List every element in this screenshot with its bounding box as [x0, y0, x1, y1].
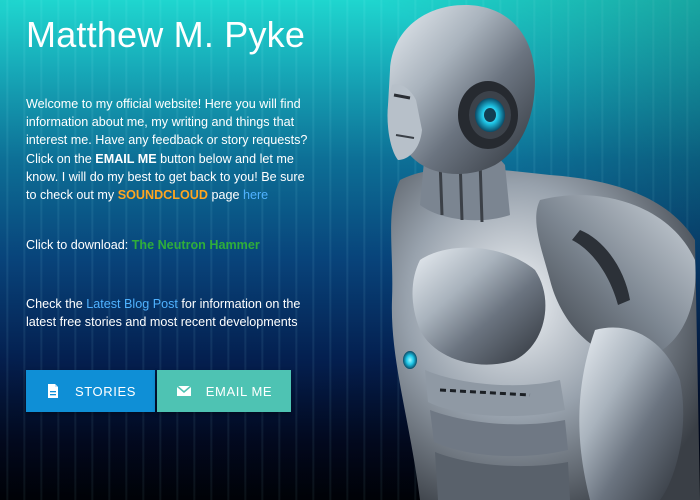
- stories-button[interactable]: STORIES: [26, 370, 155, 412]
- soundcloud-link[interactable]: SOUNDCLOUD: [118, 188, 208, 202]
- cyborg-illustration: [387, 5, 700, 500]
- stories-button-label: STORIES: [74, 383, 137, 399]
- download-book-link[interactable]: The Neutron Hammer: [132, 238, 260, 252]
- soundcloud-here-link[interactable]: here: [243, 188, 268, 202]
- intro-text-3: page: [207, 188, 243, 203]
- download-line: Click to download: The Neutron Hammer: [26, 238, 260, 252]
- blog-text-before: Check the: [26, 297, 87, 311]
- email-me-button[interactable]: EMAIL ME: [157, 370, 291, 412]
- blog-paragraph: Check the Latest Blog Post for informati…: [26, 295, 316, 331]
- email-button-label: EMAIL ME: [205, 383, 273, 399]
- document-icon: [45, 383, 61, 399]
- latest-blog-post-link[interactable]: Latest Blog Post: [86, 297, 178, 311]
- page-title: Matthew M. Pyke: [26, 14, 306, 55]
- envelope-icon: [176, 383, 192, 399]
- intro-paragraph: Welcome to my official website! Here you…: [26, 95, 316, 204]
- email-me-emphasis: EMAIL ME: [95, 151, 157, 166]
- download-label: Click to download:: [26, 238, 132, 252]
